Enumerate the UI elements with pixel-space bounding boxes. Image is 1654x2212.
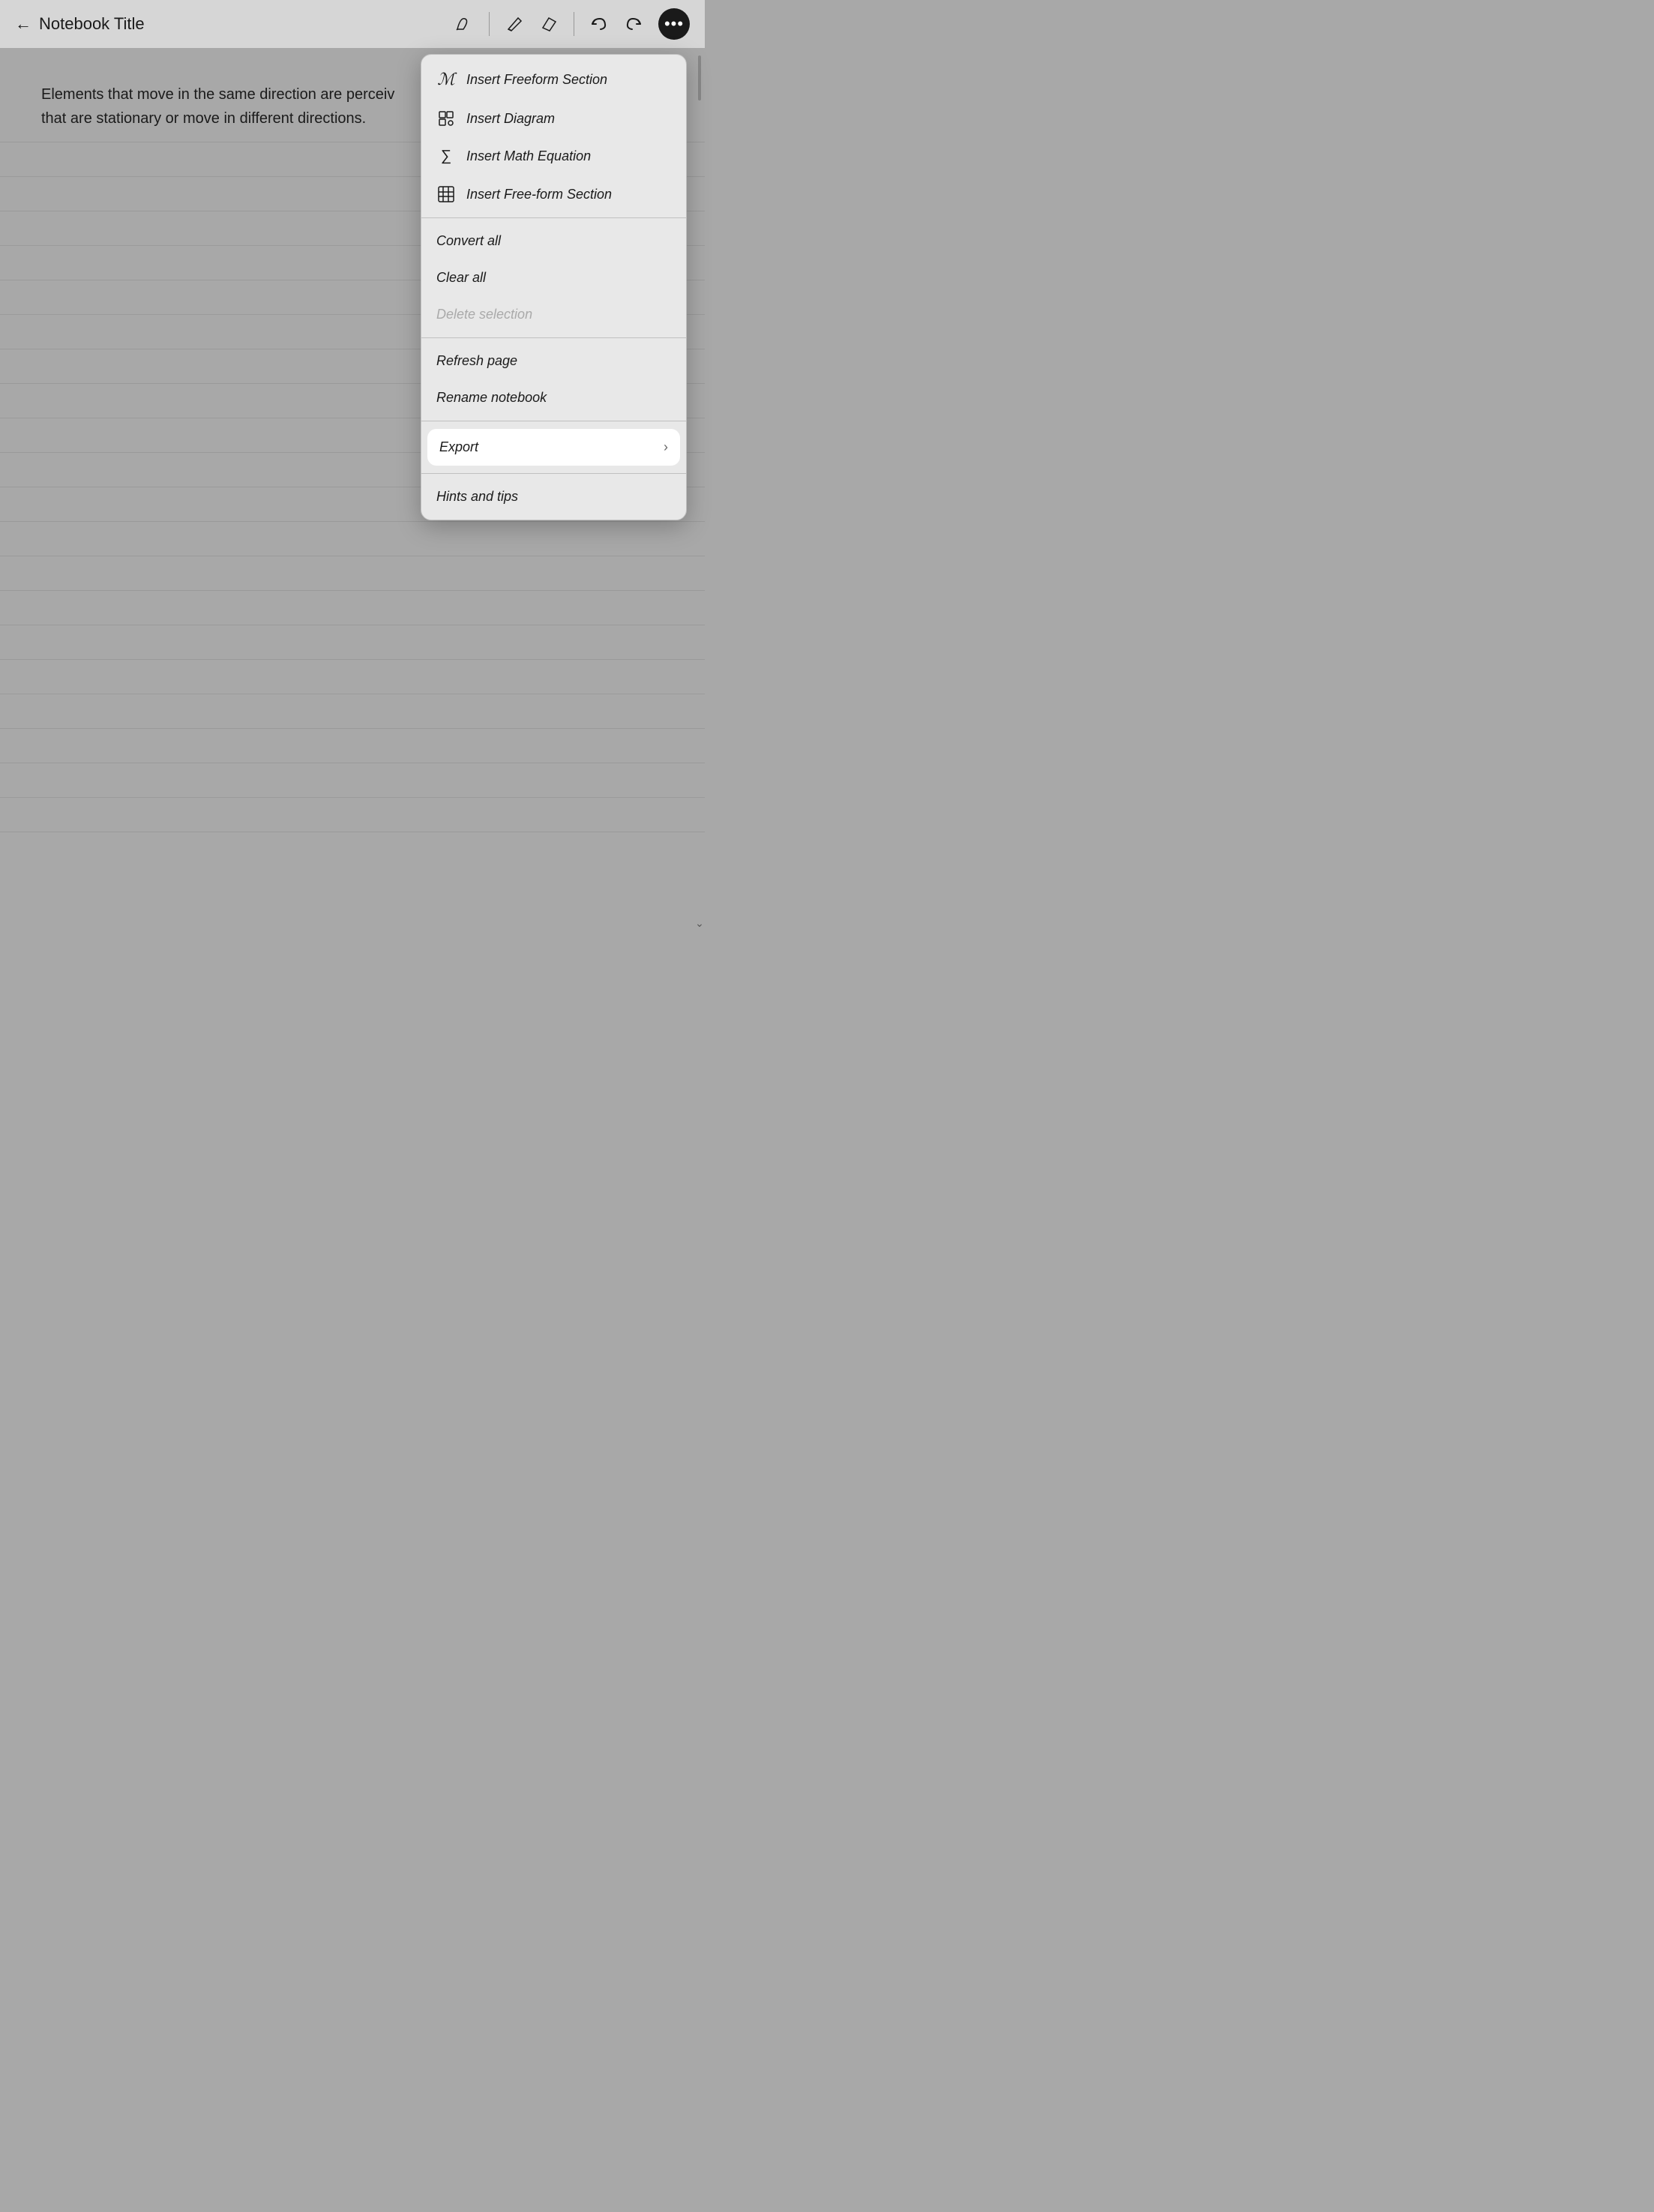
- export-chevron-icon: ›: [664, 439, 668, 455]
- menu-item-insert-freeform[interactable]: ℳ Insert Freeform Section: [421, 59, 686, 100]
- diagram-icon: [436, 110, 456, 127]
- menu-item-insert-math[interactable]: ∑ Insert Math Equation: [421, 137, 686, 175]
- menu-item-insert-diagram[interactable]: Insert Diagram: [421, 100, 686, 137]
- back-button[interactable]: ←: [15, 14, 31, 34]
- math-icon: ∑: [436, 148, 456, 165]
- dropdown-menu: ℳ Insert Freeform Section Insert Diagram…: [421, 54, 687, 520]
- toolbar-right: •••: [454, 8, 690, 40]
- insert-diagram-label: Insert Diagram: [466, 111, 555, 127]
- hints-label: Hints and tips: [436, 489, 518, 505]
- freeform-icon: ℳ: [436, 70, 456, 89]
- redo-icon[interactable]: [624, 14, 643, 34]
- notebook-text-line1: Elements that move in the same direction…: [41, 82, 394, 106]
- menu-item-insert-freeform-section[interactable]: Insert Free-form Section: [421, 175, 686, 213]
- undo-icon[interactable]: [589, 14, 609, 34]
- notebook-text-line2: that are stationary or move in different…: [41, 106, 394, 130]
- menu-section-export: Export ›: [421, 421, 686, 473]
- more-button[interactable]: •••: [658, 8, 690, 40]
- scrollbar-thumb[interactable]: [698, 55, 701, 100]
- insert-math-label: Insert Math Equation: [466, 148, 591, 164]
- scroll-down-arrow-icon[interactable]: ⌄: [695, 917, 704, 930]
- convert-all-label: Convert all: [436, 233, 501, 249]
- menu-item-export[interactable]: Export ›: [427, 429, 680, 466]
- notebook-title: Notebook Title: [39, 14, 145, 34]
- clear-all-label: Clear all: [436, 270, 486, 286]
- scrollbar[interactable]: ⌄: [697, 48, 702, 930]
- refresh-label: Refresh page: [436, 353, 517, 369]
- toolbar: ← Notebook Title: [0, 0, 705, 48]
- menu-section-insert: ℳ Insert Freeform Section Insert Diagram…: [421, 55, 686, 217]
- menu-item-refresh[interactable]: Refresh page: [421, 343, 686, 379]
- freeform-section-icon: [436, 186, 456, 202]
- menu-item-clear-all[interactable]: Clear all: [421, 259, 686, 296]
- menu-section-actions: Convert all Clear all Delete selection: [421, 218, 686, 337]
- menu-item-rename[interactable]: Rename notebook: [421, 379, 686, 416]
- delete-selection-label: Delete selection: [436, 307, 532, 322]
- handwriting-icon[interactable]: [454, 14, 474, 34]
- menu-item-hints[interactable]: Hints and tips: [421, 478, 686, 515]
- export-label: Export: [439, 439, 653, 455]
- notebook-content: Elements that move in the same direction…: [41, 82, 394, 130]
- rename-label: Rename notebook: [436, 390, 547, 406]
- menu-item-delete-selection: Delete selection: [421, 296, 686, 333]
- menu-section-hints: Hints and tips: [421, 474, 686, 520]
- menu-section-notebook: Refresh page Rename notebook: [421, 338, 686, 421]
- pen-icon[interactable]: [505, 14, 524, 34]
- divider-1: [489, 12, 490, 36]
- menu-item-convert-all[interactable]: Convert all: [421, 223, 686, 259]
- toolbar-left: ← Notebook Title: [15, 14, 454, 34]
- eraser-icon[interactable]: [539, 14, 559, 34]
- insert-freeform-section-label: Insert Free-form Section: [466, 187, 612, 202]
- insert-freeform-label: Insert Freeform Section: [466, 72, 607, 88]
